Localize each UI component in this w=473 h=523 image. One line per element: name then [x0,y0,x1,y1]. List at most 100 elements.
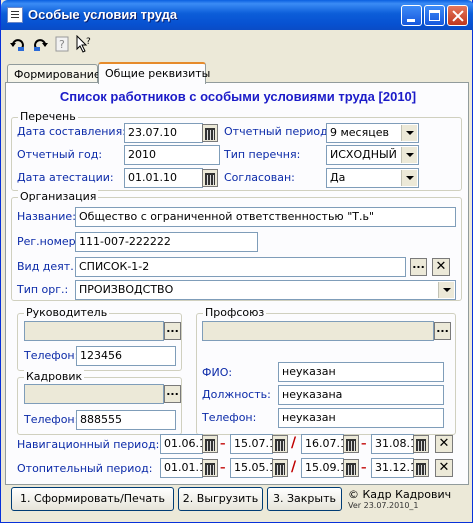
hr-phone-field[interactable]: 888555 [76,410,176,430]
heat-start-1-field[interactable]: 01.01.1 [160,458,203,478]
nav-end-1-calendar-icon[interactable] [272,435,288,453]
window-title: Особые условия труда [28,7,178,22]
page-title: Список работников с особыми условиями тр… [59,89,417,104]
maximize-button[interactable] [424,5,445,26]
name-label: Название: [17,210,76,223]
nav-dash-1: – [220,437,226,450]
name-field[interactable]: Общество с ограниченной ответственностью… [75,207,456,227]
copyright-text: © Кадр Кадрович [348,488,452,501]
tab-obshchie-rekvizity[interactable]: Общие реквизиты [98,62,210,84]
main-window: Особые условия труда ? ? Формирование Об… [0,0,473,523]
heat-period-label: Отопительный период: [17,462,153,475]
context-help-icon[interactable]: ? [75,34,93,53]
director-phone-field[interactable]: 123456 [76,346,176,366]
orgtype-value: ПРОИЗВОДСТВО [79,283,174,296]
chevron-down-icon[interactable] [438,282,454,298]
activity-clear-button[interactable]: ✕ [432,258,450,276]
union-phone-label: Телефон: [202,411,257,424]
tab-panel: Список работников с особыми условиями тр… [5,82,469,485]
close-window-button[interactable] [447,5,468,26]
title-bar[interactable]: Особые условия труда [1,0,473,30]
year-label: Отчетный год: [17,148,103,161]
heat-dash-1: – [220,461,226,474]
chevron-down-icon[interactable] [401,125,417,141]
heat-end-1-calendar-icon[interactable] [272,459,288,477]
chevron-down-icon[interactable] [401,147,417,163]
minimize-button[interactable] [401,5,422,26]
union-fio-label: ФИО: [202,366,233,379]
nav-dash-2: – [361,437,367,450]
undo-icon[interactable] [9,35,27,53]
svg-text:?: ? [86,37,91,47]
union-position-label: Должность: [202,388,271,401]
director-field[interactable] [24,321,164,341]
year-field[interactable]: 2010 [124,145,220,165]
period-value: 9 месяцев [330,126,389,139]
activity-field[interactable]: СПИСОК-1-2 [75,257,406,277]
generate-print-button[interactable]: 1. Сформировать/Печать [11,487,174,511]
attest-calendar-icon[interactable] [202,169,218,187]
nav-start-2-calendar-icon[interactable] [343,435,359,453]
app-icon [7,7,23,23]
perechen-legend: Перечень [18,110,78,123]
union-phone-field[interactable]: неуказан [278,408,444,428]
org-legend: Организация [18,190,99,203]
tab-formirovanie[interactable]: Формирование [7,64,101,83]
type-value: ИСХОДНЫЙ [330,148,397,161]
agreed-select[interactable]: Да [326,168,419,188]
heat-slash: / [291,459,297,475]
close-button[interactable]: 3. Закрыть [267,487,342,511]
reg-label: Рег.номер: [17,235,80,248]
nav-end-1-field[interactable]: 15.07.1 [230,434,273,454]
nav-end-2-calendar-icon[interactable] [413,435,429,453]
orgtype-select[interactable]: ПРОИЗВОДСТВО [75,280,456,300]
agreed-value: Да [330,171,346,184]
orgtype-label: Тип орг.: [17,283,69,296]
chevron-down-icon[interactable] [401,170,417,186]
nav-clear-button[interactable]: ✕ [435,435,453,453]
heat-start-1-calendar-icon[interactable] [202,459,218,477]
nav-start-1-field[interactable]: 01.06.1 [160,434,203,454]
type-label: Тип перечня: [224,148,301,161]
union-field[interactable] [202,321,434,341]
activity-browse-button[interactable]: ... [410,258,427,276]
svg-text:?: ? [59,38,65,51]
union-fio-field[interactable]: неуказан [278,362,444,382]
attest-label: Дата атестации: [17,171,114,184]
period-select[interactable]: 9 месяцев [326,123,419,143]
union-browse-button[interactable]: ... [434,322,451,340]
heat-end-2-calendar-icon[interactable] [413,459,429,477]
reg-field[interactable]: 111-007-222222 [75,232,258,252]
heat-start-2-calendar-icon[interactable] [343,459,359,477]
date-label: Дата составления: [17,125,126,138]
type-select[interactable]: ИСХОДНЫЙ [326,145,419,165]
date-field[interactable]: 23.07.10 [124,123,203,143]
director-browse-button[interactable]: ... [164,322,181,340]
heat-dash-2: – [361,461,367,474]
export-button[interactable]: 2. Выгрузить [178,487,263,511]
version-text: Ver 23.07.2010_1 [348,501,419,510]
hr-legend: Кадровик [24,370,85,383]
nav-slash: / [291,435,297,451]
period-label: Отчетный период: [224,125,332,138]
union-position-field[interactable]: неуказана [278,385,444,405]
nav-start-2-field[interactable]: 16.07.1 [301,434,344,454]
help-icon[interactable]: ? [53,35,71,53]
director-legend: Руководитель [24,306,110,319]
nav-period-label: Навигационный период: [17,438,160,451]
hr-phone-label: Телефон: [24,413,79,426]
nav-start-1-calendar-icon[interactable] [202,435,218,453]
heat-end-1-field[interactable]: 15.05.1 [230,458,273,478]
heat-end-2-field[interactable]: 31.12.1 [371,458,414,478]
agreed-label: Согласован: [224,171,295,184]
attest-field[interactable]: 01.01.10 [124,168,203,188]
heat-clear-button[interactable]: ✕ [435,459,453,477]
heat-start-2-field[interactable]: 15.09.1 [301,458,344,478]
union-legend: Профсоюз [203,306,267,319]
date-calendar-icon[interactable] [202,124,218,142]
hr-field[interactable] [24,384,164,404]
director-phone-label: Телефон: [24,349,79,362]
hr-browse-button[interactable]: ... [164,385,181,403]
redo-icon[interactable] [31,35,49,53]
nav-end-2-field[interactable]: 31.08.1 [371,434,414,454]
